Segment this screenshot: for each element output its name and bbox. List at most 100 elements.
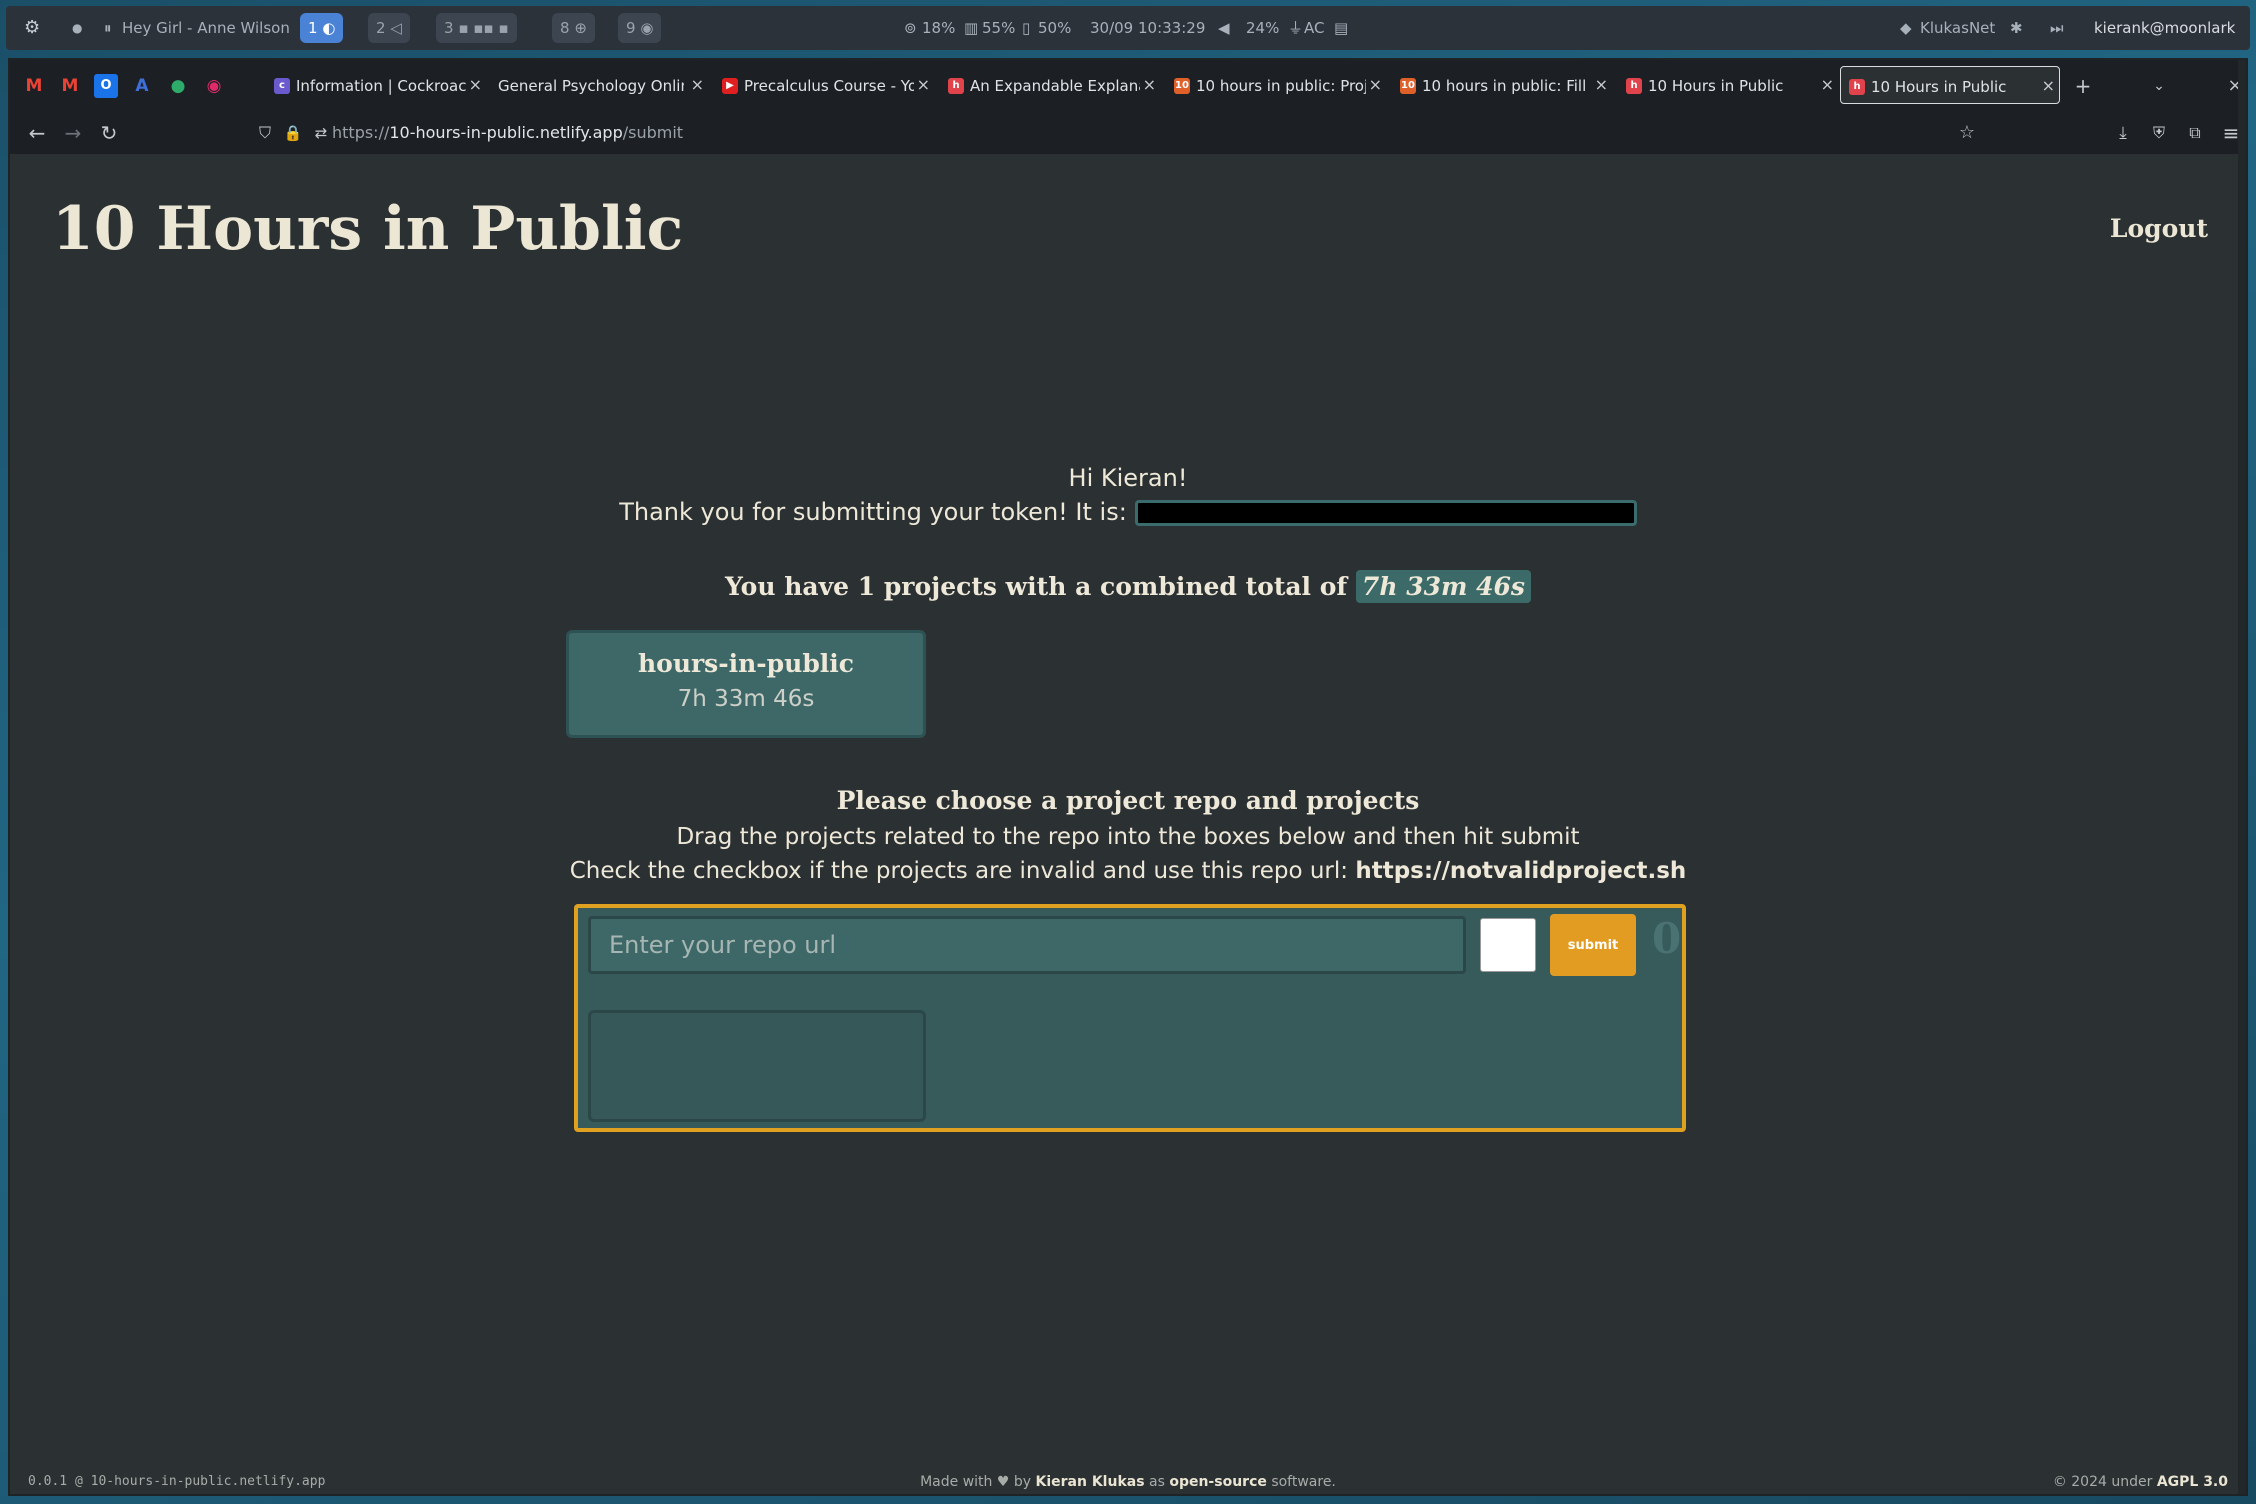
youtube-icon: ▶	[722, 77, 738, 94]
power-readout: AC	[1304, 19, 1325, 37]
cpu-icon: ⊚	[904, 19, 917, 37]
bookmark-star-icon[interactable]: ☆	[1952, 112, 1982, 154]
bluetooth-icon[interactable]: ✱	[2010, 6, 2023, 50]
gear-icon[interactable]: ⚙	[24, 6, 40, 50]
repo-submission-panel: submit 0	[574, 904, 1686, 1132]
download-icon[interactable]: ⤓	[2108, 112, 2138, 154]
token-message: Thank you for submitting your token! It …	[10, 498, 2246, 526]
cpu-readout: 18%	[922, 19, 956, 37]
system-top-bar: ⚙ ● ⏸ Hey Girl - Anne Wilson 1 ◐ 2 ◁ 3 ▪…	[6, 6, 2250, 50]
media-next-icon[interactable]: ⏭	[2050, 6, 2064, 50]
tab-label: An Expandable Explanation	[970, 76, 1140, 95]
copyright-text: © 2024 under	[2052, 1474, 2153, 1490]
tab-label: 10 Hours in Public	[1871, 77, 2007, 96]
checkbox-instructions-text: Check the checkbox if the projects are i…	[569, 858, 1349, 884]
license-link[interactable]: AGPL 3.0	[2157, 1474, 2228, 1490]
favicon-icon: 10	[1400, 77, 1416, 94]
page-content: 10 Hours in Public Logout Hi Kieran! Tha…	[10, 154, 2246, 1494]
logout-link[interactable]: Logout	[2110, 214, 2208, 243]
memory-icon: ▥	[964, 19, 979, 37]
chevron-down-icon[interactable]: ⌄	[2144, 65, 2174, 107]
project-drop-zone[interactable]	[588, 1010, 926, 1122]
circle-icon: ●	[72, 21, 83, 35]
browser-window: M M O A ● ◉ c Information | Cockroach × Ge…	[8, 58, 2248, 1496]
forward-icon[interactable]: →	[58, 112, 88, 154]
tab-10-hours-fill[interactable]: 10 10 hours in public: Fill ×	[1400, 66, 1612, 104]
project-time: 7h 33m 46s	[677, 686, 815, 712]
project-name: hours-in-public	[637, 649, 855, 678]
tab-information-cockroach[interactable]: c Information | Cockroach ×	[274, 66, 486, 104]
volume-icon[interactable]: ◀	[1218, 6, 1230, 50]
tab-10-hours-in-public[interactable]: h 10 Hours in Public ×	[1626, 66, 1838, 104]
as-text: as	[1149, 1474, 1165, 1490]
summary-text: You have 1 projects with a combined tota…	[724, 572, 1348, 601]
tab-label: Precalculus Course - YouTube	[744, 76, 914, 95]
author-link[interactable]: Kieran Klukas	[1036, 1474, 1145, 1490]
gmail-pinned-tab-icon-2[interactable]: M	[58, 74, 82, 98]
copyright: © 2024 under AGPL 3.0	[2053, 1474, 2228, 1490]
lock-icon[interactable]: 🔒	[278, 112, 308, 154]
url-host: 10-hours-in-public.netlify.app	[389, 123, 623, 142]
project-card[interactable]: hours-in-public 7h 33m 46s	[566, 630, 926, 738]
close-icon[interactable]: ×	[2042, 67, 2055, 103]
workspace-8[interactable]: 8 ⊕	[552, 13, 595, 43]
workspace-2[interactable]: 2 ◁	[368, 13, 410, 43]
close-icon[interactable]: ×	[1143, 66, 1156, 104]
favicon-icon: 10	[1174, 77, 1190, 94]
workspace-1[interactable]: 1 ◐	[300, 13, 344, 43]
close-icon[interactable]: ×	[1821, 66, 1834, 104]
close-icon[interactable]: ×	[1595, 66, 1608, 104]
back-icon[interactable]: ←	[22, 112, 52, 154]
power-icon: ⏚	[1288, 19, 1304, 37]
workspace-9[interactable]: 9 ◉	[618, 13, 662, 43]
media-title[interactable]: Hey Girl - Anne Wilson	[122, 6, 290, 50]
redacted-token	[1134, 500, 1637, 526]
choose-heading: Please choose a project repo and project…	[836, 786, 1420, 815]
tab-general-psychology[interactable]: General Psychology Online ×	[496, 66, 708, 104]
close-icon[interactable]: ×	[917, 66, 930, 104]
open-source-link[interactable]: open-source	[1169, 1474, 1267, 1490]
close-icon[interactable]: ×	[691, 66, 704, 104]
project-count: 0	[1652, 914, 1682, 963]
tab-10-hours-in-public-active[interactable]: h 10 Hours in Public ×	[1840, 66, 2060, 104]
network-name[interactable]: KlukasNet	[1920, 6, 1995, 50]
favicon-icon: h	[1849, 78, 1865, 95]
software-text: software.	[1271, 1474, 1336, 1490]
made-with-text: Made with	[920, 1474, 993, 1490]
tab-precalculus[interactable]: ▶ Precalculus Course - YouTube×	[722, 66, 934, 104]
checkbox-instructions: Check the checkbox if the projects are i…	[10, 858, 2246, 884]
bitwarden-icon[interactable]: ⛨	[2144, 112, 2174, 154]
leaf-pinned-tab-icon[interactable]: ●	[166, 74, 190, 98]
tab-label: 10 Hours in Public	[1648, 76, 1784, 95]
shield-icon[interactable]: ⛉	[250, 112, 280, 154]
tab-label: Information | Cockroach	[296, 76, 466, 95]
scrollbar[interactable]	[2238, 60, 2246, 1494]
tab-expandable-explanation[interactable]: h An Expandable Explanation×	[948, 66, 1160, 104]
chrome-pinned-tab-icon[interactable]: ◉	[202, 74, 226, 98]
reload-icon[interactable]: ↻	[94, 112, 124, 154]
site-title: 10 Hours in Public	[52, 194, 684, 264]
workspace-3[interactable]: 3 ▪ ▪▪ ▪	[436, 13, 517, 43]
url-bar[interactable]: https://10-hours-in-public.netlify.app/s…	[332, 112, 683, 154]
notification-icon[interactable]: ▤	[1334, 6, 1348, 50]
submit-button[interactable]: submit	[1550, 914, 1636, 976]
volume-readout[interactable]: 24%	[1246, 6, 1279, 50]
tab-label: General Psychology Online	[498, 76, 684, 95]
gmail-pinned-tab-icon[interactable]: M	[22, 74, 46, 98]
close-icon[interactable]: ×	[469, 66, 482, 104]
url-path: /submit	[622, 123, 684, 142]
close-icon[interactable]: ×	[1369, 66, 1382, 104]
drag-instructions: Drag the projects related to the repo in…	[676, 824, 1580, 850]
tab-10-hours-projects[interactable]: 10 10 hours in public: Projects×	[1174, 66, 1386, 104]
invalid-checkbox[interactable]	[1480, 918, 1536, 972]
extensions-icon[interactable]: ⧉	[2180, 112, 2210, 154]
pause-icon[interactable]: ⏸	[104, 6, 112, 50]
tab-label: 10 hours in public: Fill	[1422, 76, 1587, 95]
repo-url-input[interactable]	[588, 916, 1466, 974]
navigation-bar: ← → ↻ ⛉ 🔒 ⇄ https://10-hours-in-public.n…	[10, 112, 2246, 154]
a-pinned-tab-icon[interactable]: A	[130, 74, 154, 98]
favicon-icon: c	[274, 77, 290, 94]
new-tab-icon[interactable]: +	[2068, 65, 2098, 107]
user-name: kierank@moonlark	[2094, 19, 2236, 37]
outlook-pinned-tab-icon[interactable]: O	[94, 74, 118, 98]
